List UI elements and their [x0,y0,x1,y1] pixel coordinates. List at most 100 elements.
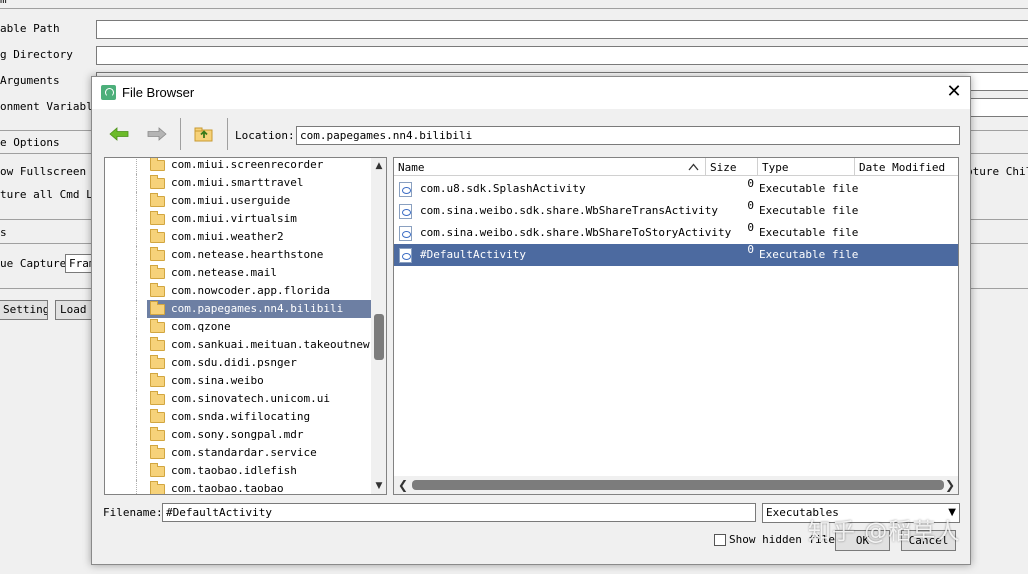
directory-tree[interactable]: com.miui.screenrecorder com.miui.smarttra… [104,157,387,495]
file-list[interactable]: Name Size Type Date Modified com.u8.sdk.… [393,157,959,495]
executable-path-label: able Path [0,22,60,35]
file-row[interactable]: com.sina.weibo.sdk.share.WbShareToStoryA… [394,221,958,244]
sort-ascending-icon [688,163,699,171]
tree-item[interactable]: com.sinovatech.unicom.ui [105,390,372,408]
tree-item[interactable]: com.miui.smarttravel [105,174,372,192]
tree-item-label: com.qzone [171,320,231,333]
tree-item-label: com.standardar.service [171,446,317,459]
file-row[interactable]: com.sina.weibo.sdk.share.WbShareTransAct… [394,199,958,222]
file-row[interactable]: com.u8.sdk.SplashActivity 0 Executable fil… [394,177,958,200]
watermark: 知乎 @稻草人 [808,519,961,545]
column-header-type[interactable]: Type [758,158,855,176]
scroll-left-icon[interactable]: ❮ [395,476,411,494]
scroll-thumb[interactable] [374,314,384,360]
tree-item[interactable]: com.papegames.nn4.bilibili [105,300,372,318]
back-button[interactable] [105,122,133,146]
toolbar-separator [227,118,228,150]
filename-input[interactable]: #DefaultActivity [162,503,756,522]
folder-icon [150,481,165,494]
scroll-right-icon[interactable]: ❯ [942,476,958,494]
folder-icon [150,355,165,369]
folder-icon [150,463,165,477]
working-directory-input[interactable] [96,46,1028,65]
working-directory-label: g Directory [0,48,73,61]
folder-icon [150,229,165,243]
tree-connector [136,318,137,336]
tree-item-label: com.netease.hearthstone [171,248,324,261]
save-settings-button[interactable]: Settings [0,300,48,320]
tree-item[interactable]: com.sony.songpal.mdr [105,426,372,444]
tree-item[interactable]: com.standardar.service [105,444,372,462]
tree-item[interactable]: com.sina.weibo [105,372,372,390]
tree-item[interactable]: com.snda.wifilocating [105,408,372,426]
tree-connector [136,336,137,354]
tree-item-label: com.sinovatech.unicom.ui [171,392,330,405]
tree-item-label: com.sankuai.meituan.takeoutnew [171,338,370,351]
tree-item[interactable]: com.miui.virtualsim [105,210,372,228]
tree-item[interactable]: com.sdu.didi.psnger [105,354,372,372]
tree-item[interactable]: com.miui.screenrecorder [105,158,372,174]
tree-item[interactable]: com.taobao.idlefish [105,462,372,480]
actions-heading: s [0,226,7,239]
capture-options-heading: e Options [0,136,60,149]
file-type: Executable file [759,248,859,261]
folder-icon [150,445,165,459]
executable-path-input[interactable] [96,20,1028,39]
folder-icon [150,409,165,423]
close-button[interactable]: ✕ [944,83,964,103]
title-bar: File Browser ✕ [92,77,970,109]
tree-item[interactable]: com.miui.weather2 [105,228,372,246]
folder-icon [150,319,165,333]
tree-connector [136,282,137,300]
tree-item-label: com.nowcoder.app.florida [171,284,330,297]
file-list-header: Name Size Type Date Modified [394,158,958,176]
column-header-name[interactable]: Name [394,158,706,176]
tree-item[interactable]: com.nowcoder.app.florida [105,282,372,300]
tree-item[interactable]: com.sankuai.meituan.takeoutnew [105,336,372,354]
location-label: Location: [235,129,295,142]
tree-item-label: com.sony.songpal.mdr [171,428,304,441]
file-row[interactable]: #DefaultActivity 0 Executable file [394,243,958,266]
file-list-scrollbar[interactable]: ❮ ❯ [394,476,958,494]
tree-item-label: com.snda.wifilocating [171,410,311,423]
folder-icon [150,337,165,351]
parent-folder-button[interactable] [190,122,218,146]
column-name-label: Name [398,161,425,174]
file-size: 0 [747,199,754,212]
tree-item-label: com.miui.virtualsim [171,212,297,225]
executable-file-icon [399,204,412,219]
scroll-down-icon[interactable]: ▼ [371,479,386,493]
folder-icon [150,301,165,315]
tree-item[interactable]: com.qzone [105,318,372,336]
section-label: m [0,0,7,6]
location-input[interactable]: com.papegames.nn4.bilibili [296,126,960,145]
app-icon [101,85,116,100]
tree-item[interactable]: com.netease.hearthstone [105,246,372,264]
tree-connector [136,426,137,444]
tree-scrollbar[interactable]: ▲ ▼ [371,158,386,494]
tree-item-label: com.miui.smarttravel [171,176,304,189]
tree-connector [136,480,137,494]
tree-connector [136,246,137,264]
forward-button[interactable] [143,122,171,146]
folder-icon [150,247,165,261]
arguments-label: Arguments [0,74,60,87]
tree-connector [136,372,137,390]
divider [0,8,1028,9]
tree-item[interactable]: com.netease.mail [105,264,372,282]
tree-connector [136,408,137,426]
environment-variables-input[interactable] [970,98,1028,117]
executable-file-icon [399,226,412,241]
executable-file-icon [399,182,412,197]
scroll-thumb[interactable] [412,480,944,490]
column-header-date-modified[interactable]: Date Modified [855,158,958,176]
show-hidden-checkbox[interactable] [714,534,726,546]
file-type: Executable file [759,226,859,239]
scroll-up-icon[interactable]: ▲ [371,159,386,173]
tree-item[interactable]: com.miui.userguide [105,192,372,210]
file-name: com.sina.weibo.sdk.share.WbShareToStoryA… [420,226,732,239]
folder-icon [150,427,165,441]
tree-item[interactable]: com.taobao.taobao [105,480,372,494]
file-name: #DefaultActivity [420,248,526,261]
folder-icon [150,158,165,171]
